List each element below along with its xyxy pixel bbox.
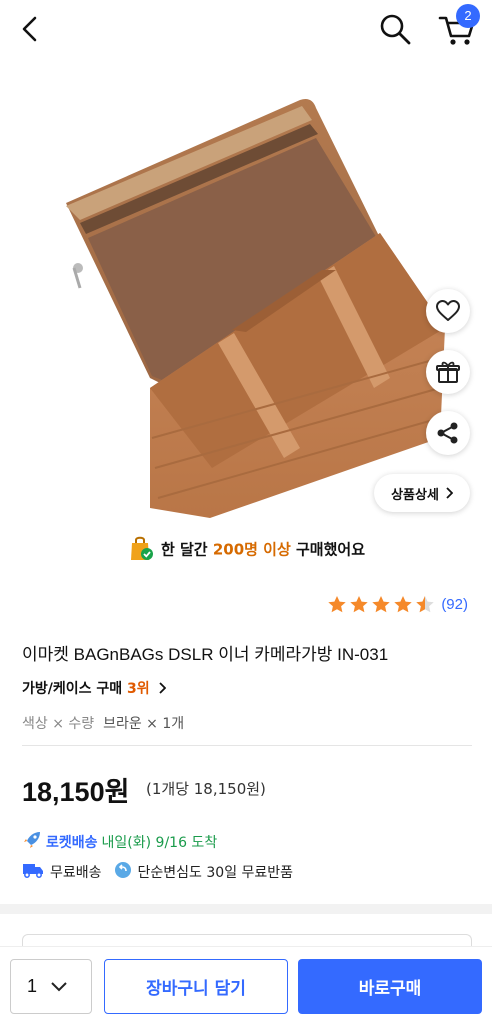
selected-option[interactable]: 색상 × 수량 브라운 × 1개 [22,713,184,733]
wishlist-heart-icon[interactable] [426,289,470,333]
purchase-count-banner: 한 달간 200명 이상 구매했어요 [0,534,492,566]
quantity-value: 1 [27,976,38,996]
cart-count-badge: 2 [456,4,480,28]
top-bar: 2 [0,0,492,58]
star-icon [350,596,369,613]
rocket-icon [22,830,42,854]
purchase-highlight: 200명 이상 [212,540,291,559]
return-policy-label: 단순변심도 30일 무료반품 [137,865,294,881]
product-detail-label: 상품상세 [391,487,439,503]
chevron-right-icon [446,487,453,499]
gift-icon[interactable] [426,350,470,394]
rocket-label: 로켓배송 [46,835,98,851]
purchase-bar: 1 장바구니 담기 바로구매 [0,946,492,1024]
chevron-down-icon [51,981,67,991]
star-icon [328,596,347,613]
review-count[interactable]: (92) [441,596,468,613]
price: 18,150원 [22,777,130,807]
purchase-suffix: 구매했어요 [290,540,366,559]
rating-stars[interactable]: (92) [327,595,468,614]
rocket-delivery-info: 로켓배송 내일(화) 9/16 도착 [22,830,217,854]
truck-icon [22,862,44,882]
shopping-bag-icon [127,534,155,566]
product-title: 이마켓 BAGnBAGs DSLR 이너 카메라가방 IN-031 [22,645,389,664]
section-divider [0,904,492,914]
divider [22,745,472,746]
product-image[interactable] [0,58,492,524]
unit-price: (1개당 18,150원) [146,780,266,798]
category-label: 가방/케이스 구매 [22,681,128,697]
product-detail-button[interactable]: 상품상세 [374,474,470,512]
quantity-select[interactable]: 1 [10,959,92,1014]
add-to-cart-button[interactable]: 장바구니 담기 [104,959,288,1014]
option-key: 색상 × 수량 [22,716,95,732]
back-arrow-icon[interactable] [14,12,48,46]
return-icon [114,861,132,883]
search-icon[interactable] [376,10,414,48]
rank-number: 3위 [127,681,150,697]
category-rank-link[interactable]: 가방/케이스 구매 3위 [22,678,166,698]
half-star-icon [416,596,435,613]
star-icon [372,596,391,613]
star-icon [394,596,413,613]
arrival-date: 내일(화) 9/16 도착 [101,835,218,851]
free-shipping-label: 무료배송 [50,865,102,881]
share-icon[interactable] [426,411,470,455]
buy-now-button[interactable]: 바로구매 [298,959,482,1014]
delivery-benefits: 무료배송 단순변심도 30일 무료반품 [22,861,293,883]
chevron-right-icon [158,682,166,694]
option-value: 브라운 × 1개 [103,716,185,732]
purchase-prefix: 한 달간 [160,540,213,559]
